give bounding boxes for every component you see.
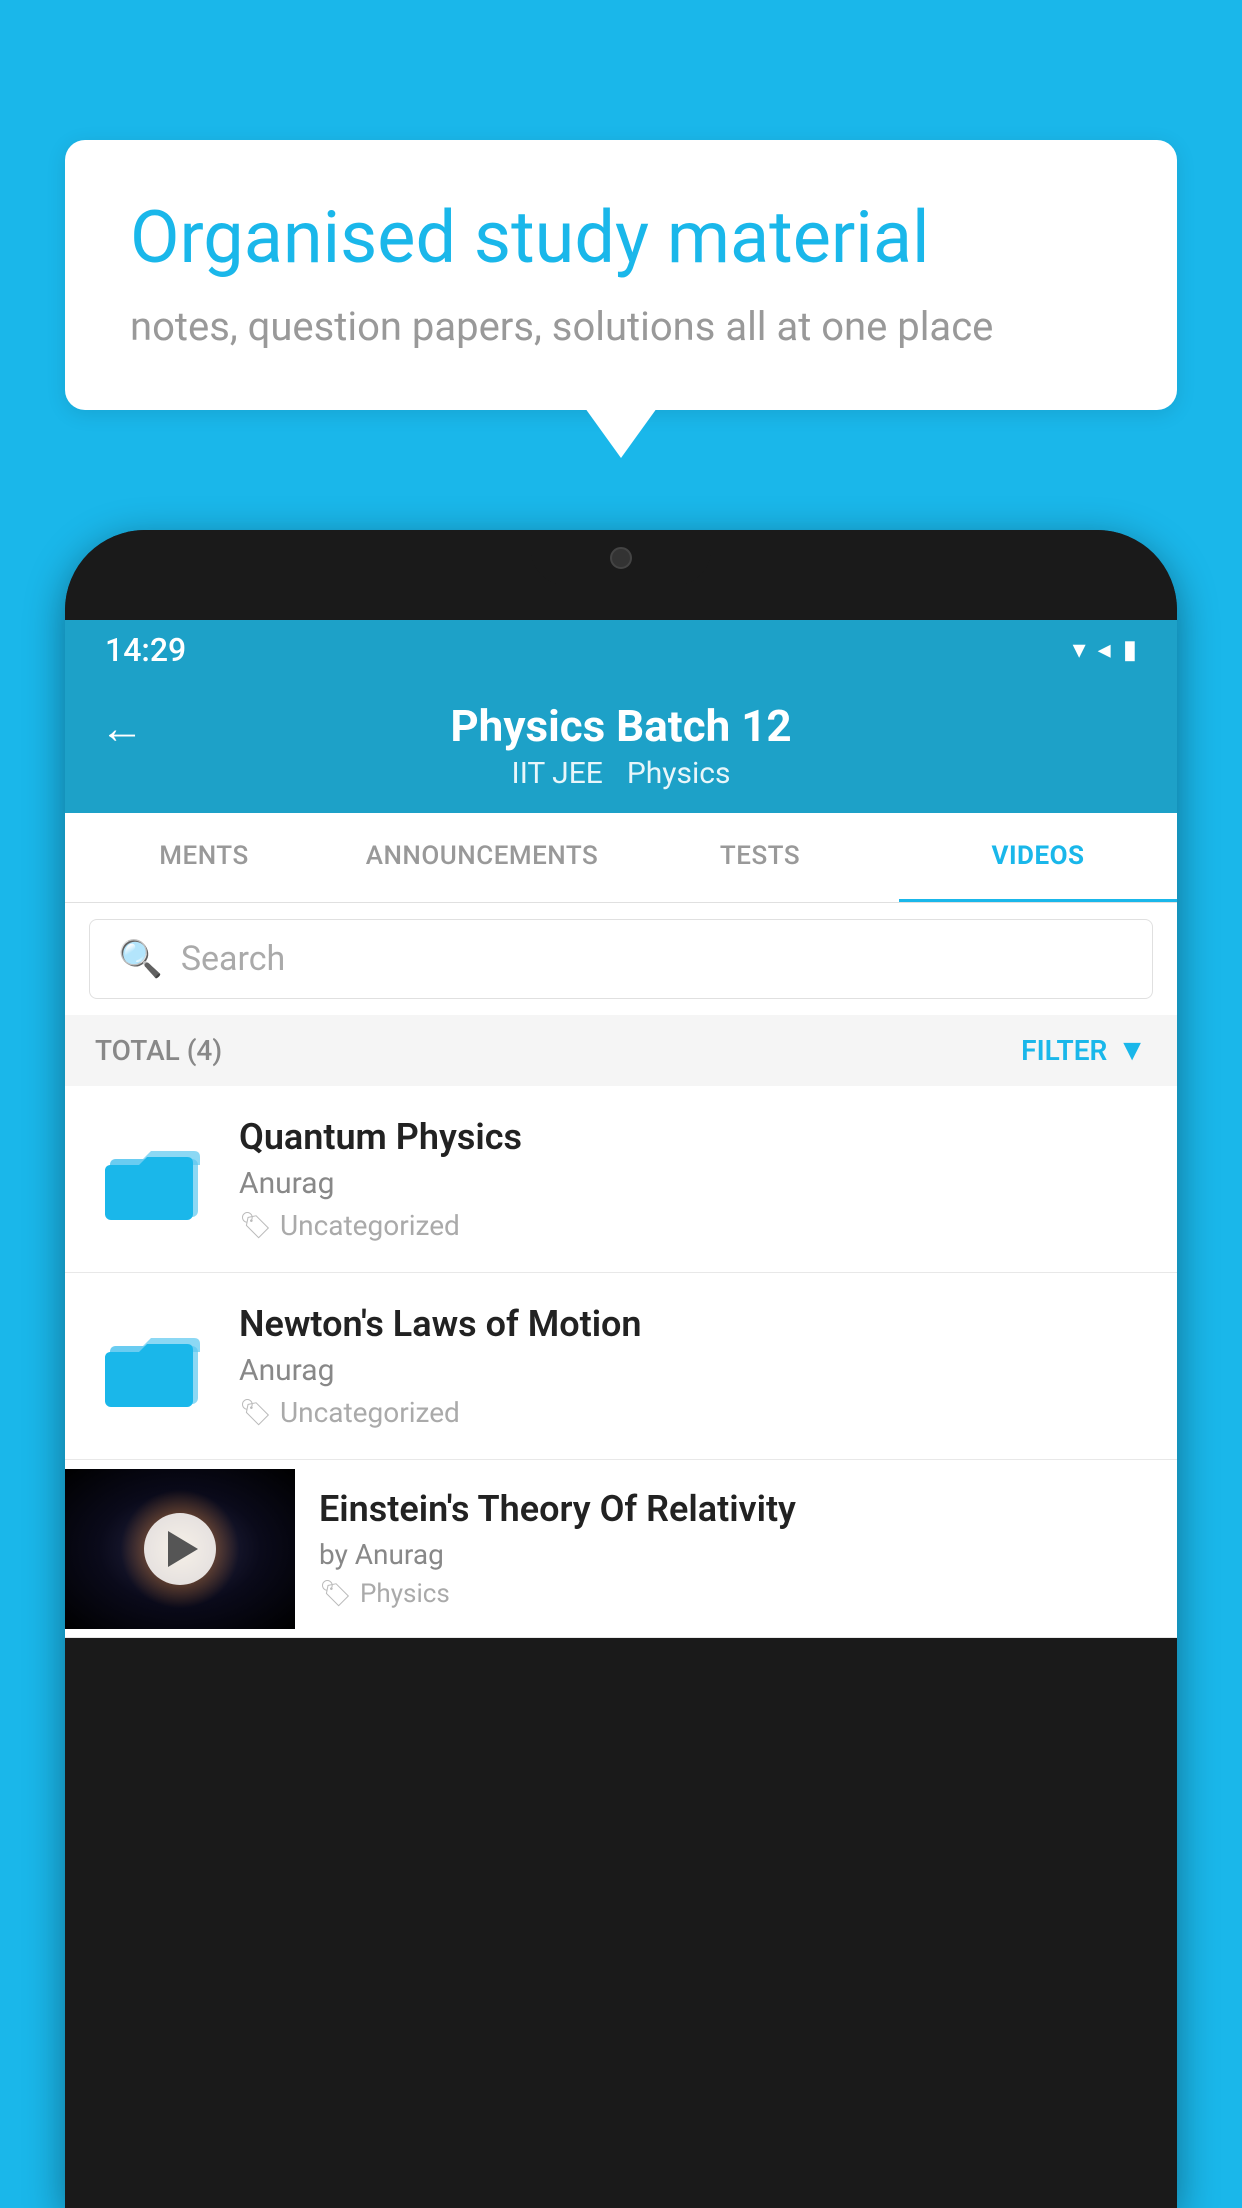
video-author-3: by Anurag xyxy=(319,1538,1147,1571)
search-placeholder: Search xyxy=(181,939,285,979)
folder-icon xyxy=(105,1137,205,1222)
video-title-1: Quantum Physics xyxy=(239,1116,1147,1158)
tab-ments[interactable]: MENTS xyxy=(65,813,343,902)
search-container: 🔍 Search xyxy=(65,903,1177,1015)
total-count-label: TOTAL (4) xyxy=(95,1034,222,1067)
battery-icon: ▮ xyxy=(1123,635,1137,665)
status-icons: ▾ ◂ ▮ xyxy=(1073,635,1137,665)
signal-icon: ◂ xyxy=(1098,635,1111,665)
tab-announcements[interactable]: ANNOUNCEMENTS xyxy=(343,813,621,902)
speech-bubble-title: Organised study material xyxy=(130,195,1112,281)
list-item[interactable]: Quantum Physics Anurag 🏷 Uncategorized xyxy=(65,1086,1177,1273)
front-camera xyxy=(610,547,632,569)
video-list: Quantum Physics Anurag 🏷 Uncategorized xyxy=(65,1086,1177,1638)
tab-videos[interactable]: VIDEOS xyxy=(899,813,1177,902)
app-bar-subtitle: IIT JEE Physics xyxy=(512,756,731,791)
phone-notch-area xyxy=(65,530,1177,620)
speech-bubble-subtitle: notes, question papers, solutions all at… xyxy=(130,303,1112,350)
tabs-bar: MENTS ANNOUNCEMENTS TESTS VIDEOS xyxy=(65,813,1177,903)
video-title-2: Newton's Laws of Motion xyxy=(239,1303,1147,1345)
video-title-3: Einstein's Theory Of Relativity xyxy=(319,1488,1147,1530)
tag-icon: 🏷 xyxy=(239,1211,272,1241)
app-bar-title: Physics Batch 12 xyxy=(450,700,791,752)
video-info-2: Newton's Laws of Motion Anurag 🏷 Uncateg… xyxy=(239,1303,1147,1429)
video-author-2: Anurag xyxy=(239,1353,1147,1388)
list-item[interactable]: Newton's Laws of Motion Anurag 🏷 Uncateg… xyxy=(65,1273,1177,1460)
filter-label: FILTER xyxy=(1021,1034,1107,1067)
app-background: Organised study material notes, question… xyxy=(0,0,1242,2208)
video-thumbnail-2 xyxy=(95,1321,215,1411)
speech-bubble: Organised study material notes, question… xyxy=(65,140,1177,410)
tab-tests[interactable]: TESTS xyxy=(621,813,899,902)
video-tag-3: 🏷 Physics xyxy=(319,1579,1147,1609)
wifi-icon: ▾ xyxy=(1073,635,1086,665)
phone-notch xyxy=(531,530,711,585)
play-button[interactable] xyxy=(144,1513,216,1585)
search-icon: 🔍 xyxy=(118,938,163,980)
video-info-3: Einstein's Theory Of Relativity by Anura… xyxy=(319,1460,1147,1637)
phone-frame: 14:29 ▾ ◂ ▮ ← Physics Batch 12 IIT JEE P… xyxy=(65,530,1177,2208)
subtitle-iit: IIT JEE xyxy=(512,756,603,791)
filter-icon: ▼ xyxy=(1117,1033,1147,1068)
video-info-1: Quantum Physics Anurag 🏷 Uncategorized xyxy=(239,1116,1147,1242)
folder-icon xyxy=(105,1324,205,1409)
filter-button[interactable]: FILTER ▼ xyxy=(1021,1033,1147,1068)
video-author-1: Anurag xyxy=(239,1166,1147,1201)
search-bar[interactable]: 🔍 Search xyxy=(89,919,1153,999)
video-thumbnail-1 xyxy=(95,1134,215,1224)
status-time: 14:29 xyxy=(105,631,186,669)
tag-icon: 🏷 xyxy=(239,1398,272,1428)
video-tag-1: 🏷 Uncategorized xyxy=(239,1209,1147,1242)
list-item[interactable]: Einstein's Theory Of Relativity by Anura… xyxy=(65,1460,1177,1638)
tag-label-3: Physics xyxy=(360,1579,450,1609)
video-thumbnail-3 xyxy=(65,1469,295,1629)
filter-bar: TOTAL (4) FILTER ▼ xyxy=(65,1015,1177,1086)
speech-bubble-container: Organised study material notes, question… xyxy=(65,140,1177,410)
app-bar: ← Physics Batch 12 IIT JEE Physics xyxy=(65,680,1177,813)
play-icon xyxy=(168,1531,198,1567)
status-bar: 14:29 ▾ ◂ ▮ xyxy=(65,620,1177,680)
back-button[interactable]: ← xyxy=(100,702,144,754)
tag-label-1: Uncategorized xyxy=(280,1209,460,1242)
video-tag-2: 🏷 Uncategorized xyxy=(239,1396,1147,1429)
tag-icon: 🏷 xyxy=(319,1579,352,1609)
subtitle-physics: Physics xyxy=(627,756,731,791)
tag-label-2: Uncategorized xyxy=(280,1396,460,1429)
